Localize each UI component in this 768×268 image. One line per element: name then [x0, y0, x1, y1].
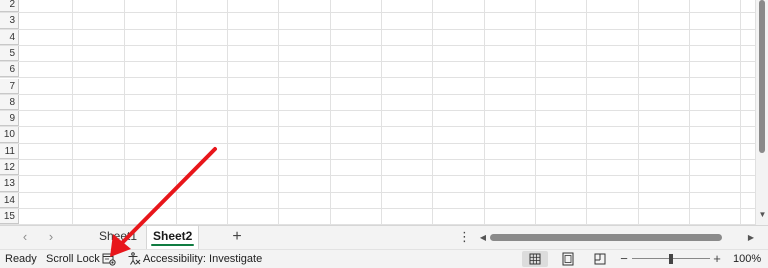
- tab-sheet2[interactable]: Sheet2: [146, 226, 200, 249]
- row-header[interactable]: 4: [0, 29, 19, 45]
- record-macro-icon[interactable]: [102, 253, 116, 266]
- sheet-row[interactable]: 13: [0, 176, 755, 193]
- row-header[interactable]: 14: [0, 192, 19, 208]
- sheet-tabs-bar: ‹ › Sheet1 Sheet2 + ⋮ ◀ ▶: [0, 225, 768, 249]
- row-header[interactable]: 3: [0, 13, 19, 29]
- row-header[interactable]: 6: [0, 62, 19, 78]
- row-header[interactable]: 7: [0, 78, 19, 94]
- scroll-left-arrow-icon[interactable]: ◀: [478, 232, 488, 243]
- row-header[interactable]: 8: [0, 94, 19, 111]
- horizontal-scrollbar[interactable]: ◀ ▶: [478, 231, 756, 244]
- normal-view-icon: [529, 253, 541, 265]
- vertical-scrollbar[interactable]: ▼: [755, 0, 768, 225]
- row-header[interactable]: 13: [0, 176, 19, 192]
- zoom-in-button[interactable]: +: [712, 251, 722, 267]
- page-break-preview-button[interactable]: [587, 251, 613, 267]
- sheet-row[interactable]: 9: [0, 111, 755, 128]
- sheet-row[interactable]: 4: [0, 29, 755, 46]
- zoom-slider-handle[interactable]: [669, 254, 673, 264]
- horizontal-scroll-track[interactable]: [490, 234, 742, 241]
- chevron-left-icon[interactable]: ‹: [17, 229, 33, 245]
- sheet-row[interactable]: 15: [0, 208, 755, 225]
- more-options-icon[interactable]: ⋮: [458, 229, 471, 245]
- normal-view-button[interactable]: [522, 251, 548, 267]
- tab-label: Sheet1: [99, 229, 138, 243]
- sheet-row[interactable]: 5: [0, 45, 755, 63]
- row-header[interactable]: 11: [0, 143, 19, 159]
- active-tab-indicator: [151, 244, 195, 246]
- tab-sheet1[interactable]: Sheet1: [93, 226, 143, 249]
- sheet-row[interactable]: 8: [0, 94, 755, 112]
- row-header[interactable]: 5: [0, 45, 19, 62]
- sheet-row[interactable]: 3: [0, 13, 755, 30]
- vertical-scroll-thumb[interactable]: [759, 0, 765, 153]
- horizontal-scroll-thumb[interactable]: [490, 234, 722, 241]
- row-header[interactable]: 12: [0, 160, 19, 176]
- status-bar: Ready Scroll Lock Accessibility: Investi…: [0, 249, 768, 268]
- worksheet-grid[interactable]: 2 3 4 5 6 7 8 9 10 11 12 13 14 15: [0, 0, 755, 225]
- page-layout-view-button[interactable]: [555, 251, 581, 267]
- add-sheet-button[interactable]: +: [229, 228, 245, 246]
- row-header[interactable]: 2: [0, 0, 19, 13]
- zoom-out-button[interactable]: −: [619, 251, 629, 267]
- status-scroll-lock[interactable]: Scroll Lock: [46, 253, 100, 266]
- sheet-row[interactable]: 14: [0, 192, 755, 209]
- scroll-right-arrow-icon[interactable]: ▶: [746, 232, 756, 243]
- sheet-row[interactable]: 2: [0, 0, 755, 14]
- sheet-row[interactable]: 12: [0, 160, 755, 177]
- page-layout-view-icon: [562, 252, 574, 266]
- zoom-level[interactable]: 100%: [733, 253, 761, 266]
- sheet-row[interactable]: 10: [0, 127, 755, 144]
- row-header[interactable]: 9: [0, 111, 19, 127]
- scroll-down-arrow-icon[interactable]: ▼: [758, 210, 767, 219]
- page-break-preview-icon: [594, 253, 606, 265]
- row-header[interactable]: 10: [0, 127, 19, 143]
- accessibility-status[interactable]: Accessibility: Investigate: [143, 253, 262, 266]
- tab-label: Sheet2: [153, 229, 193, 243]
- sheet-row[interactable]: 7: [0, 78, 755, 95]
- sheet-row[interactable]: 6: [0, 62, 755, 79]
- row-header[interactable]: 15: [0, 208, 19, 225]
- status-ready: Ready: [5, 253, 37, 265]
- accessibility-icon[interactable]: [127, 252, 141, 266]
- sheet-row[interactable]: 11: [0, 143, 755, 160]
- chevron-right-icon[interactable]: ›: [43, 229, 59, 245]
